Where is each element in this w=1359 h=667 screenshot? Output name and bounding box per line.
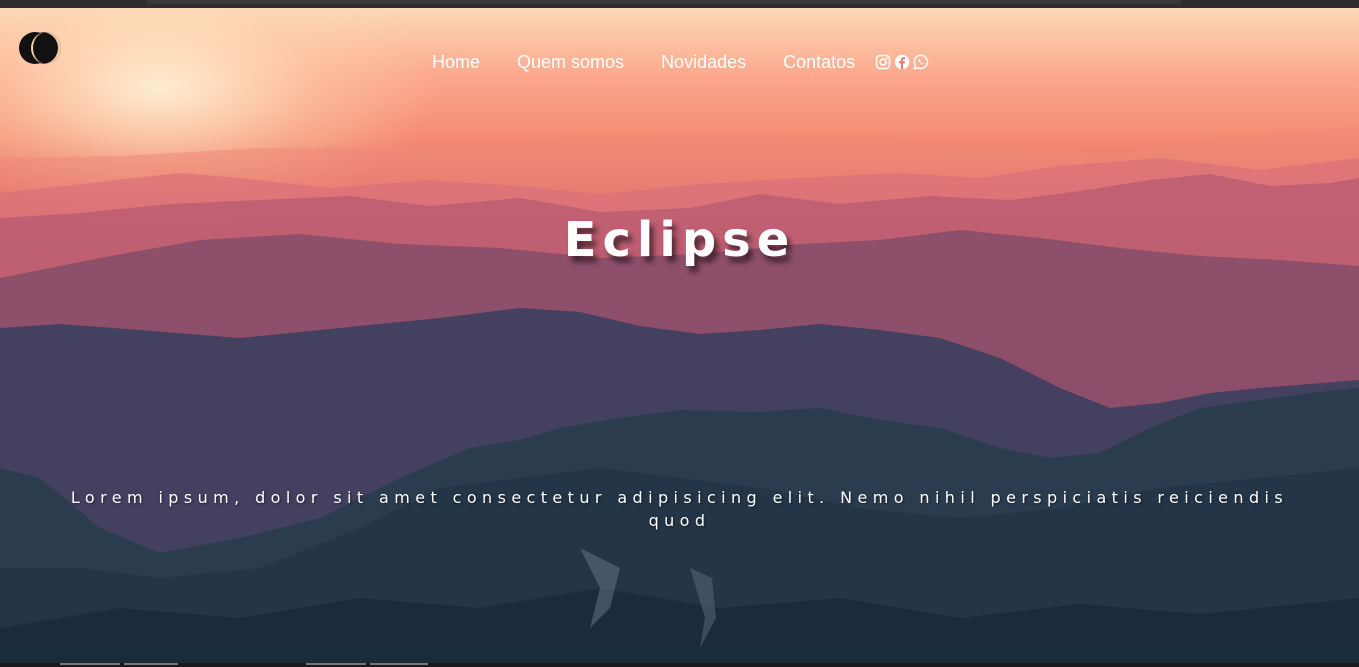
nav-link-quem-somos[interactable]: Quem somos	[517, 52, 624, 73]
whatsapp-icon[interactable]	[913, 54, 929, 70]
logo-rim	[31, 32, 62, 64]
instagram-icon[interactable]	[875, 54, 891, 70]
hero-title: Eclipse	[563, 212, 796, 268]
hero-section: Home Quem somos Novidades Contatos Eclip…	[0, 8, 1359, 667]
nav-link-home[interactable]: Home	[432, 52, 480, 73]
main-navigation: Home Quem somos Novidades Contatos	[432, 50, 929, 74]
social-links	[875, 54, 929, 70]
mountain-background	[0, 126, 1359, 667]
hero-text: Lorem ipsum, dolor sit amet consectetur …	[70, 488, 1289, 530]
browser-top-bar	[0, 0, 1359, 8]
browser-address-strip	[146, 0, 1182, 4]
nav-link-novidades[interactable]: Novidades	[661, 52, 746, 73]
facebook-icon[interactable]	[894, 54, 910, 70]
site-logo[interactable]	[19, 32, 63, 64]
nav-link-contatos[interactable]: Contatos	[783, 52, 855, 73]
bottom-strip	[0, 663, 1359, 667]
